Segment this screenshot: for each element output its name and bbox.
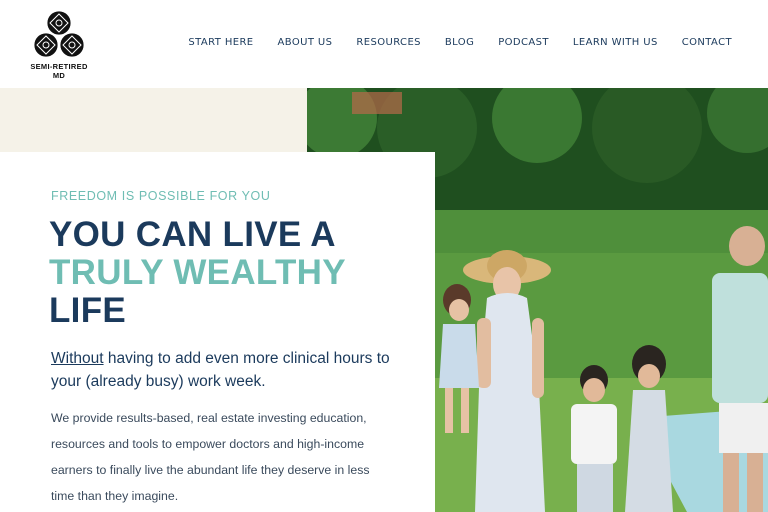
- nav-start-here[interactable]: START HERE: [188, 37, 253, 48]
- nav-about-us[interactable]: ABOUT US: [278, 37, 333, 48]
- logo-line1: SEMI-RETIRED: [30, 62, 88, 71]
- site-logo[interactable]: SEMI-RETIRED MD: [27, 8, 91, 82]
- lattice-logo-icon: [33, 10, 85, 58]
- nav-contact[interactable]: CONTACT: [682, 37, 732, 48]
- nav-podcast[interactable]: PODCAST: [498, 37, 549, 48]
- logo-line2: MD: [52, 71, 66, 80]
- hero-subheadline: Without having to add even more clinical…: [51, 347, 391, 393]
- hero-eyebrow: FREEDOM IS POSSIBLE FOR YOU: [51, 189, 271, 203]
- nav-blog[interactable]: BLOG: [445, 37, 474, 48]
- headline-line3: LIFE: [49, 291, 127, 330]
- beige-accent-block: [0, 88, 307, 152]
- headline-line2: TRULY WEALTHY: [49, 253, 346, 292]
- nav-learn-with-us[interactable]: LEARN WITH US: [573, 37, 658, 48]
- main-nav: START HERE ABOUT US RESOURCES BLOG PODCA…: [188, 37, 732, 48]
- hero-body-copy: We provide results-based, real estate in…: [51, 411, 370, 503]
- nav-resources[interactable]: RESOURCES: [356, 37, 421, 48]
- headline-line1: YOU CAN LIVE A: [49, 215, 336, 254]
- hero-headline: YOU CAN LIVE A TRULY WEALTHY LIFE: [49, 216, 346, 330]
- sub-emphasis: Without: [51, 350, 104, 367]
- site-header: SEMI-RETIRED MD START HERE ABOUT US RESO…: [0, 0, 768, 88]
- logo-text: SEMI-RETIRED MD: [27, 62, 91, 80]
- hero-card: FREEDOM IS POSSIBLE FOR YOU YOU CAN LIVE…: [0, 152, 435, 512]
